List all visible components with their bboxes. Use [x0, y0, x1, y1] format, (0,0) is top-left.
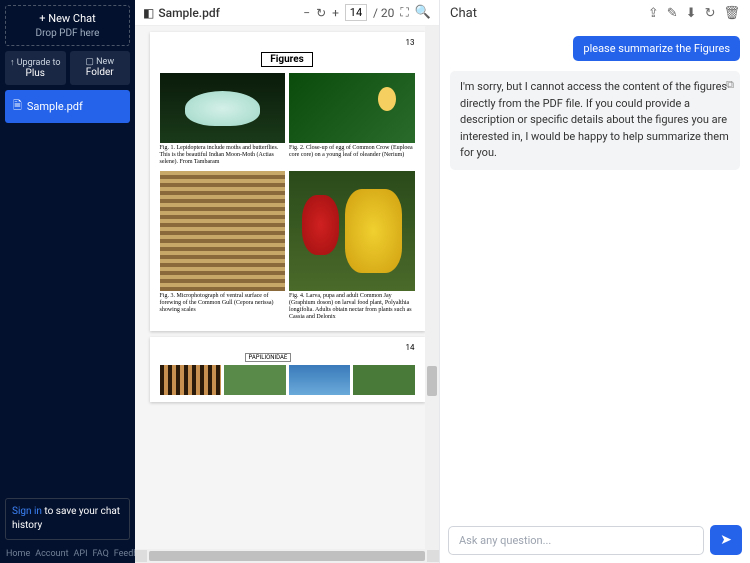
pdf-page-1: 13 Figures Fig. 1. Lepidoptera include m… — [150, 32, 425, 331]
pdf-title: Sample.pdf — [158, 6, 220, 20]
scroll-thumb[interactable] — [427, 366, 437, 396]
copy-icon[interactable]: ⧉ — [726, 77, 734, 94]
signin-link[interactable]: Sign in — [12, 506, 42, 517]
footer-links: Home Account API FAQ Feedback — [0, 545, 135, 563]
ai-text: I'm sorry, but I cannot access the conte… — [460, 80, 729, 159]
footer-faq[interactable]: FAQ — [93, 549, 109, 559]
pdf-page-2: 14 PAPILIONIDAE — [150, 337, 425, 402]
folder-icon: ▢ — [85, 57, 96, 67]
sidebar-toggle-icon[interactable]: ◧ — [143, 6, 154, 20]
figures-heading: Figures — [261, 52, 313, 67]
footer-home[interactable]: Home — [6, 549, 30, 559]
document-icon: 🗎 — [13, 97, 22, 116]
page2-label: PAPILIONIDAE — [245, 353, 292, 362]
rotate-icon[interactable]: ↻ — [316, 6, 326, 20]
download-icon[interactable]: ⬇ — [686, 6, 697, 21]
page-number: 14 — [406, 343, 415, 352]
send-icon: ➤ — [720, 532, 732, 548]
figure-2-caption: Fig. 2. Close-up of egg of Common Crow (… — [289, 145, 415, 159]
user-message: please summarize the Figures — [450, 36, 740, 61]
figure-1-image — [160, 73, 286, 143]
chat-input[interactable]: Ask any question... — [448, 526, 704, 555]
horizontal-scrollbar[interactable] — [135, 549, 439, 563]
chat-input-row: Ask any question... ➤ — [440, 517, 750, 563]
figure-4-image — [289, 171, 415, 291]
file-name: Sample.pdf — [27, 100, 83, 113]
delete-icon[interactable]: 🗑 — [723, 6, 740, 21]
figure-4-caption: Fig. 4. Larva, pupa and adult Common Jay… — [289, 293, 415, 322]
pdf-viewer[interactable]: 13 Figures Fig. 1. Lepidoptera include m… — [135, 26, 439, 549]
ai-message: I'm sorry, but I cannot access the conte… — [450, 71, 740, 170]
drop-hint: Drop PDF here — [12, 28, 123, 39]
up-arrow-icon: ↑ — [10, 58, 17, 68]
figure-1-caption: Fig. 1. Lepidoptera include moths and bu… — [160, 145, 286, 167]
scroll-thumb-h[interactable] — [149, 551, 425, 561]
figure-3-caption: Fig. 3. Microphotograph of ventral surfa… — [160, 293, 286, 315]
user-bubble: please summarize the Figures — [573, 36, 740, 61]
zoom-in-icon[interactable]: + — [332, 6, 339, 20]
sidebar: + New Chat Drop PDF here ↑ Upgrade to Pl… — [0, 0, 135, 563]
sidebar-file-item[interactable]: 🗎 Sample.pdf — [5, 90, 130, 123]
signin-prompt: Sign in to save your chat history — [5, 498, 130, 540]
plus-icon: + — [39, 12, 48, 25]
chat-panel: Chat ⇪ ✎ ⬇ ↻ 🗑 please summarize the Figu… — [440, 0, 750, 563]
figure-3-image — [160, 171, 286, 291]
page-total: / 20 — [373, 6, 394, 20]
page-input[interactable] — [345, 4, 367, 21]
footer-api[interactable]: API — [74, 549, 88, 559]
send-button[interactable]: ➤ — [710, 525, 742, 555]
upgrade-button[interactable]: ↑ Upgrade to Plus — [5, 51, 66, 85]
edit-icon[interactable]: ✎ — [667, 6, 678, 21]
refresh-icon[interactable]: ↻ — [705, 6, 716, 21]
pdf-toolbar: ◧ Sample.pdf − ↻ + / 20 ⛶ 🔍 — [135, 0, 439, 26]
share-icon[interactable]: ⇪ — [648, 6, 659, 21]
chat-header: Chat ⇪ ✎ ⬇ ↻ 🗑 — [440, 0, 750, 26]
page-number: 13 — [406, 38, 415, 47]
fit-icon[interactable]: ⛶ — [400, 5, 408, 20]
new-folder-button[interactable]: ▢ New Folder — [70, 51, 131, 85]
chat-title: Chat — [450, 6, 648, 21]
vertical-scrollbar[interactable] — [425, 26, 439, 549]
figure-2-image — [289, 73, 415, 143]
chat-body: please summarize the Figures I'm sorry, … — [440, 26, 750, 517]
new-chat-button[interactable]: + New Chat Drop PDF here — [5, 5, 130, 46]
zoom-out-icon[interactable]: − — [303, 6, 310, 20]
search-icon[interactable]: 🔍 — [415, 5, 431, 20]
footer-account[interactable]: Account — [35, 549, 68, 559]
pdf-panel: ◧ Sample.pdf − ↻ + / 20 ⛶ 🔍 13 Figures F… — [135, 0, 440, 563]
